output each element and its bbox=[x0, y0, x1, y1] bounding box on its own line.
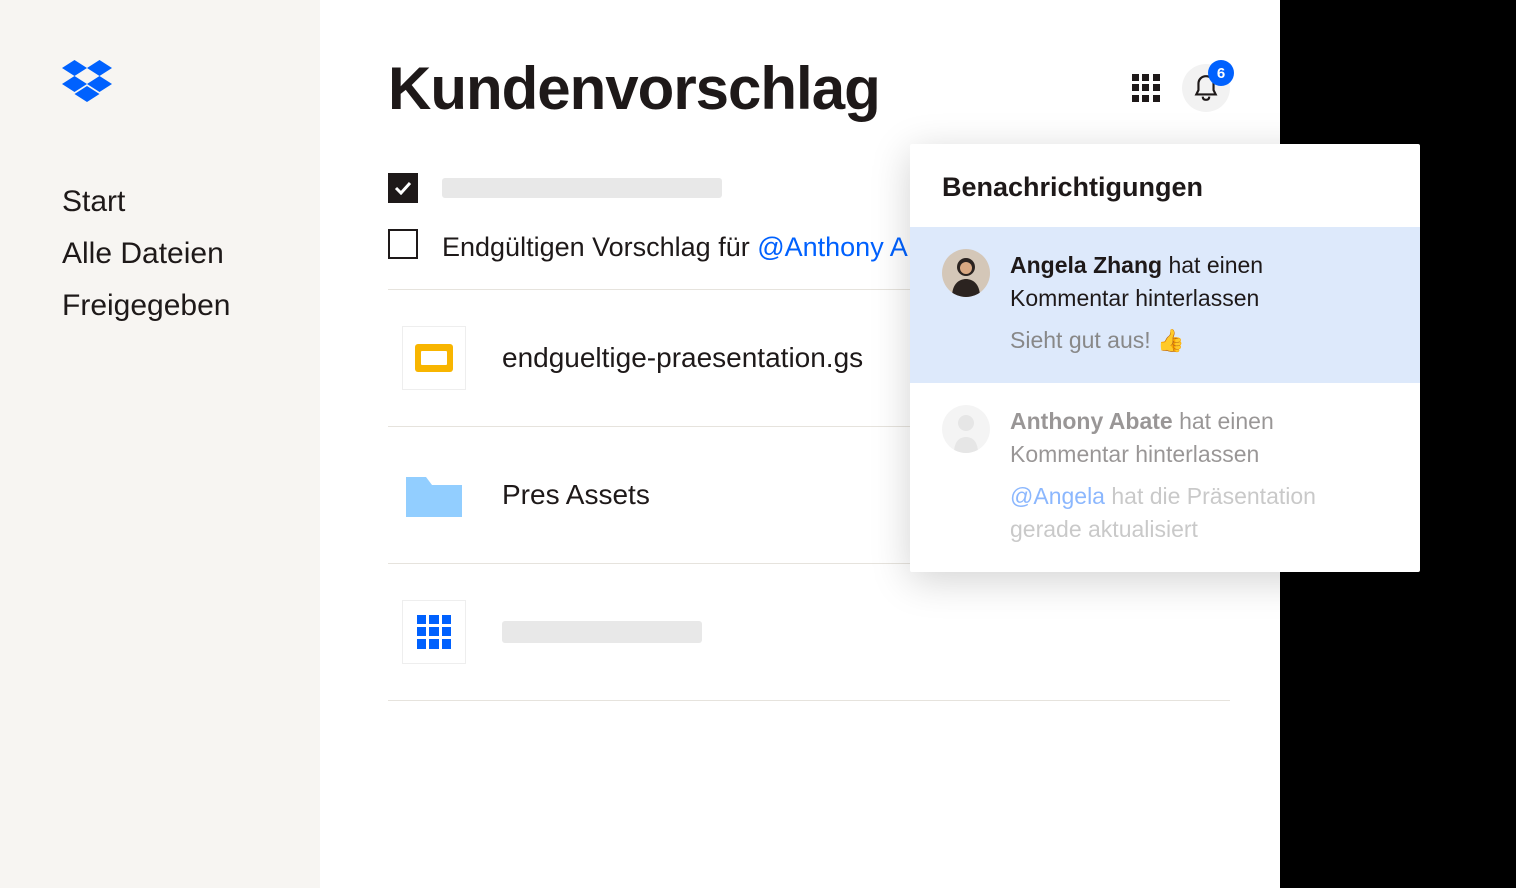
page-title: Kundenvorschlag bbox=[388, 54, 880, 123]
user-mention[interactable]: @Angela bbox=[1010, 483, 1105, 509]
grid-doc-icon bbox=[402, 600, 466, 664]
task-checkbox[interactable] bbox=[388, 173, 418, 203]
notification-user-name: Angela Zhang bbox=[1010, 252, 1162, 278]
file-row[interactable] bbox=[388, 563, 1230, 701]
apps-grid-icon[interactable] bbox=[1132, 74, 1160, 102]
notifications-panel: Benachrichtigungen Angela Zhang hat eine… bbox=[910, 144, 1420, 572]
notification-body: Anthony Abate hat einen Kommentar hinter… bbox=[1010, 405, 1388, 546]
slides-file-icon bbox=[402, 326, 466, 390]
thumbs-up-emoji: 👍 bbox=[1157, 328, 1184, 353]
notification-body: Angela Zhang hat einen Kommentar hinterl… bbox=[1010, 249, 1388, 357]
user-mention[interactable]: @Anthony A bbox=[757, 232, 906, 262]
notifications-button[interactable]: 6 bbox=[1182, 64, 1230, 112]
sidebar-item-all-files[interactable]: Alle Dateien bbox=[62, 237, 320, 271]
file-name: Pres Assets bbox=[502, 479, 650, 511]
sidebar-item-start[interactable]: Start bbox=[62, 185, 320, 219]
file-name: endgueltige-praesentation.gs bbox=[502, 342, 863, 374]
avatar bbox=[942, 249, 990, 297]
sidebar-item-shared[interactable]: Freigegeben bbox=[62, 289, 320, 323]
dropbox-logo-icon[interactable] bbox=[62, 60, 320, 109]
avatar bbox=[942, 405, 990, 453]
notifications-title: Benachrichtigungen bbox=[910, 144, 1420, 227]
task-checkbox[interactable] bbox=[388, 229, 418, 259]
notification-badge: 6 bbox=[1208, 60, 1234, 86]
header-actions: 6 bbox=[1132, 54, 1230, 112]
folder-icon bbox=[402, 463, 466, 527]
task-text-placeholder bbox=[442, 178, 722, 198]
file-name-placeholder bbox=[502, 621, 702, 643]
sidebar: Start Alle Dateien Freigegeben bbox=[0, 0, 320, 888]
notification-user-name: Anthony Abate bbox=[1010, 408, 1173, 434]
notification-comment: Sieht gut aus! 👍 bbox=[1010, 324, 1388, 357]
notification-item[interactable]: Anthony Abate hat einen Kommentar hinter… bbox=[910, 383, 1420, 572]
notification-item[interactable]: Angela Zhang hat einen Kommentar hinterl… bbox=[910, 227, 1420, 383]
page-header: Kundenvorschlag 6 bbox=[388, 54, 1230, 123]
notification-comment: @Angela hat die Präsentation gerade aktu… bbox=[1010, 480, 1388, 547]
